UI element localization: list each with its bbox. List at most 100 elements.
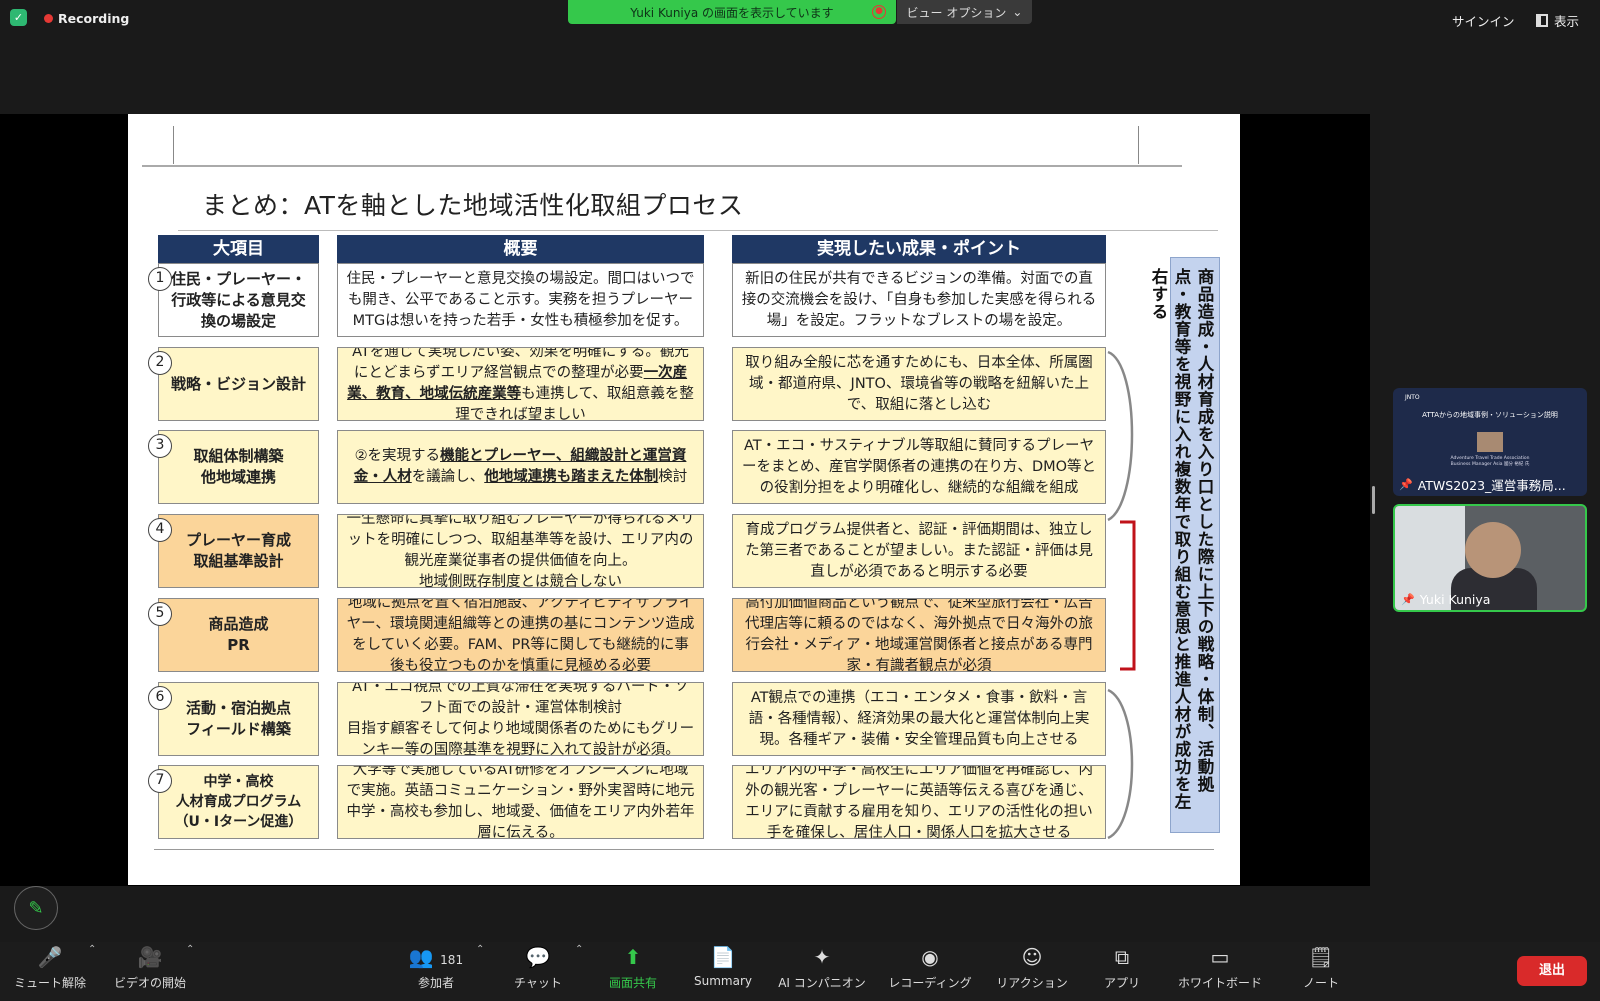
top-bar: ✓ Recording Yuki Kuniya の画面を表示しています ● ビュ…: [0, 0, 1600, 36]
row2-item: 戦略・ビジョン設計: [158, 347, 319, 421]
row7-number: 7: [148, 769, 172, 793]
chevron-down-icon: ⌄: [1012, 5, 1023, 19]
row7-summary: 大学等で実施しているAT研修をオフシーズンに地域で実施。英語コミュニケーション・…: [337, 765, 704, 839]
annotate-pencil-button[interactable]: ✎: [14, 886, 58, 930]
divider: [178, 230, 1218, 231]
video-button[interactable]: 🎥 ビデオの開始: [112, 944, 188, 1000]
mute-label: ミュート解除: [14, 976, 87, 990]
curved-arrow-up: [1107, 350, 1134, 522]
shared-slide: まとめ：ATを軸とした地域活性化取組プロセス 大項目 概要 実現したい成果・ポイ…: [128, 114, 1240, 885]
mic-muted-icon: 🎤: [37, 945, 63, 969]
row4-result: 育成プログラム提供者と、認証・評価期間は、独立した第三者であることが望ましい。ま…: [732, 514, 1106, 588]
row3-summary-text: を議論し、: [411, 469, 485, 485]
apps-button[interactable]: ⧉ アプリ: [1098, 944, 1146, 1000]
view-options-button[interactable]: ビュー オプション ⌄: [897, 0, 1032, 24]
share-screen-icon: ⬆: [624, 945, 642, 969]
bracket-red: [1120, 520, 1136, 671]
row6-summary: AT・エコ視点での上質な滞在を実現するハード・ソフト面での設計・運営体制検討 目…: [337, 682, 704, 756]
layout-icon: [1536, 14, 1548, 27]
row2-result: 取り組み全般に芯を通すためにも、日本全体、所属圏域・都道府県、JNTO、環境省等…: [732, 347, 1106, 421]
row6-number: 6: [148, 686, 172, 710]
ai-companion-button[interactable]: ✦ AI コンパニオン: [774, 944, 870, 1000]
stop-share-icon[interactable]: ●: [872, 5, 886, 19]
whiteboard-button[interactable]: ▭ ホワイトボード: [1174, 944, 1266, 1000]
sign-in-link[interactable]: サインイン: [1452, 11, 1515, 30]
tile-subtitle-line: Business Manager Asia 國分 裕紀 氏: [1450, 462, 1530, 467]
video-person-head: [1465, 522, 1521, 578]
participants-icon: 👥 181: [408, 945, 464, 969]
divider: [154, 849, 1214, 850]
view-label: 表示: [1554, 14, 1580, 29]
row4-item: プレーヤー育成 取組基準設計: [158, 514, 319, 588]
row6-result: AT観点での連携（エコ・エンタメ・食事・飲料・言語・各種情報）、経済効果の最大化…: [732, 682, 1106, 756]
apps-icon: ⧉: [1114, 945, 1130, 969]
emoji-icon: ☺: [1021, 945, 1043, 969]
participant-tile-shared[interactable]: JNTO ATTAからの地域事例・ソリューション説明 Adventure Tra…: [1393, 388, 1587, 496]
row3-result: AT・エコ・サスティナブル等取組に賛同するプレーヤーをまとめ、産官学関係者の連携…: [732, 430, 1106, 504]
caret-up-icon: ⌃: [476, 944, 485, 955]
row1-item: 住民・プレーヤー・行政等による意見交換の場設定: [158, 263, 319, 337]
chat-caret[interactable]: ⌃: [569, 944, 584, 1000]
header-summary: 概要: [337, 235, 704, 263]
row4-number: 4: [148, 518, 172, 542]
divider: [142, 165, 1182, 167]
view-options-label: ビュー オプション: [906, 5, 1007, 20]
recording-indicator[interactable]: Recording: [44, 11, 129, 26]
side-note: 商品造成・人材育成を入り口とした際に上下の戦略・体制、活動拠点・教育等を視野に入…: [1149, 257, 1220, 833]
share-banner-label: Yuki Kuniya の画面を表示しています: [630, 5, 834, 20]
sparkle-icon: ✦: [813, 945, 831, 969]
participant-tile-video[interactable]: 📌 Yuki Kuniya: [1393, 504, 1587, 612]
mute-button[interactable]: 🎤 ミュート解除: [14, 944, 86, 1000]
divider: [173, 126, 174, 164]
participants-label: 参加者: [417, 976, 454, 990]
video-label: ビデオの開始: [113, 976, 186, 990]
chat-button[interactable]: 💬 チャット: [510, 944, 566, 1000]
row2-number: 2: [148, 351, 172, 375]
row3-item: 取組体制構築 他地域連携: [158, 430, 319, 504]
speaker-photo: [1477, 432, 1503, 452]
row1-number: 1: [148, 267, 172, 291]
notes-button[interactable]: 🗒 ノート: [1298, 944, 1344, 1000]
caret-up-icon: ⌃: [575, 944, 584, 955]
row2-summary: ATを通じて実現したい姿、効果を明確にする。観光にとどまらずエリア経営観点での整…: [337, 347, 704, 421]
participant-label: 📌 ATWS2023_運営事務局...: [1399, 475, 1566, 494]
whiteboard-label: ホワイトボード: [1177, 976, 1262, 990]
jnto-logo: JNTO: [1405, 394, 1420, 401]
security-shield-icon[interactable]: ✓: [10, 9, 27, 26]
view-button[interactable]: 表示: [1536, 11, 1579, 30]
row3-summary-text: 検討: [658, 469, 688, 485]
notes-icon: 🗒: [1308, 945, 1334, 969]
panel-resize-handle[interactable]: [1372, 486, 1375, 514]
participant-name: Yuki Kuniya: [1419, 592, 1491, 607]
share-label: 画面共有: [608, 976, 657, 990]
notes-label: ノート: [1302, 976, 1339, 990]
tile-slide-subtitle: Adventure Travel Trade Association Busin…: [1393, 456, 1587, 468]
meeting-toolbar: 🎤 ミュート解除 ⌃ 🎥 ビデオの開始 ⌃ 👥 181 参加者 ⌃ 💬 チャット…: [0, 942, 1600, 1001]
row6-item: 活動・宿泊拠点 フィールド構築: [158, 682, 319, 756]
row3-summary: ②を実現する機能とプレーヤー、組織設計と運営資金・人材を議論し、他地域連携も踏ま…: [337, 430, 704, 504]
row3-summary-emphasis: 他地域連携も踏まえた体制: [484, 469, 659, 485]
tile-slide-title: ATTAからの地域事例・ソリューション説明: [1422, 411, 1558, 419]
participants-caret[interactable]: ⌃: [470, 944, 485, 1000]
recording-label: レコーディング: [888, 976, 972, 990]
chat-icon: 💬: [525, 945, 551, 969]
curved-arrow-down: [1107, 688, 1134, 840]
row5-result: 高付加価値商品という観点で、従来型旅行会社・広告代理店等に頼るのではなく、海外拠…: [732, 598, 1106, 672]
video-options-caret[interactable]: ⌃: [180, 944, 194, 1000]
share-screen-button[interactable]: ⬆ 画面共有: [602, 944, 664, 1000]
participants-button[interactable]: 👥 181 参加者: [396, 944, 476, 1000]
row1-result: 新旧の住民が共有できるビジョンの準備。対面での直接の交流機会を設け、「自身も参加…: [732, 263, 1106, 337]
audio-options-caret[interactable]: ⌃: [82, 944, 97, 1000]
participants-count: 181: [440, 953, 464, 967]
row4-summary: 一生懸命に真摯に取り組むプレーヤーが得られるメリットを明確にしつつ、取組基準等を…: [337, 514, 704, 588]
caret-up-icon: ⌃: [88, 944, 97, 955]
leave-button[interactable]: 退出: [1517, 956, 1587, 986]
row7-result: エリア内の中学・高校生にエリア価値を再確認し、内外の観光客・プレーヤーに英語等伝…: [732, 765, 1106, 839]
summary-button[interactable]: 📄 Summary: [690, 944, 756, 1000]
recording-button[interactable]: ◉ レコーディング: [886, 944, 974, 1000]
reaction-button[interactable]: ☺ リアクション: [992, 944, 1072, 1000]
recording-label: Recording: [58, 11, 130, 26]
slide-title: まとめ：ATを軸とした地域活性化取組プロセス: [202, 191, 744, 220]
connector-arrows: [1107, 350, 1136, 840]
reaction-label: リアクション: [996, 976, 1068, 990]
